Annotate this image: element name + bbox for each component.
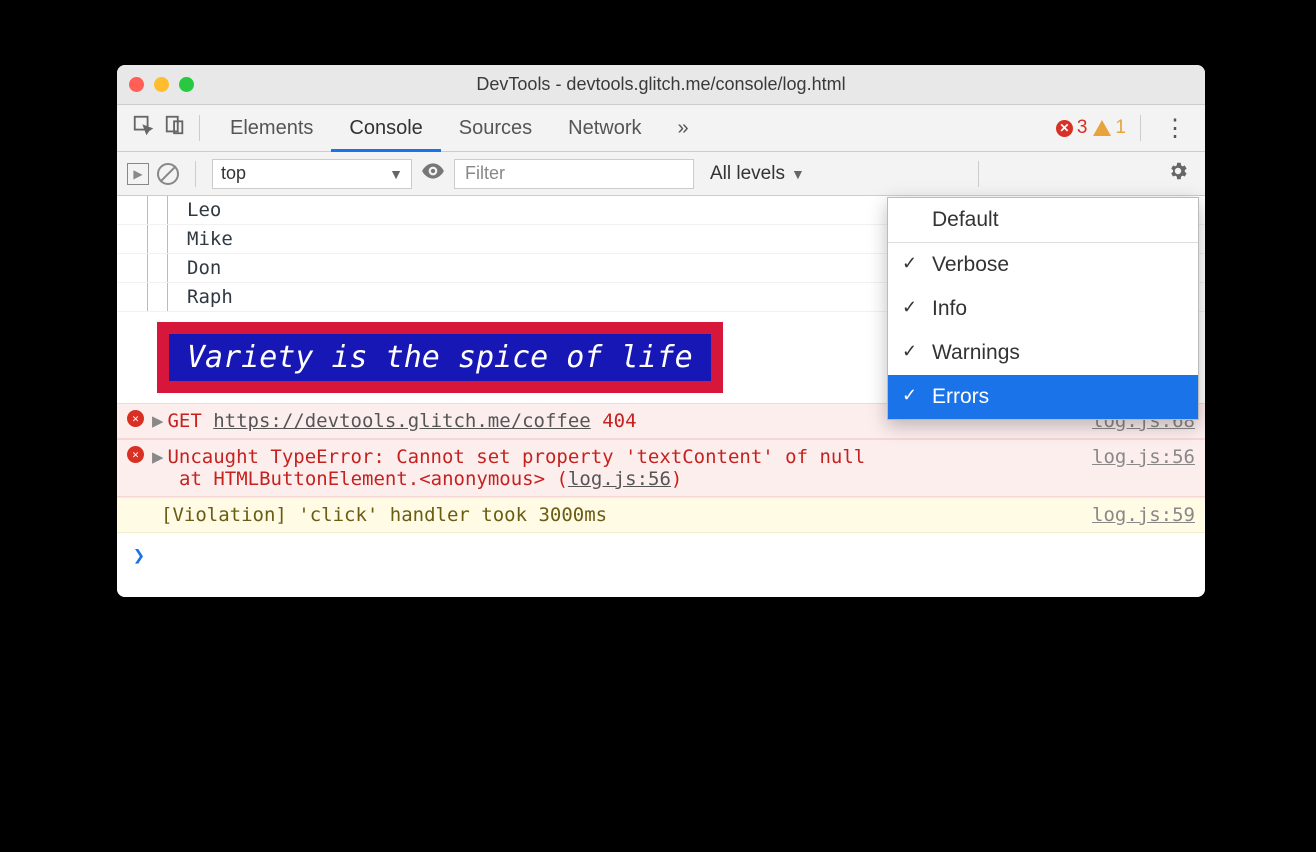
- check-icon: ✓: [902, 341, 917, 362]
- error-icon: ✕: [127, 446, 144, 463]
- device-toolbar-icon[interactable]: [159, 114, 191, 142]
- source-link[interactable]: log.js:59: [1092, 504, 1195, 526]
- styled-log-outer: Variety is the spice of life: [157, 322, 723, 393]
- separator: [1140, 115, 1141, 141]
- console-settings-icon[interactable]: [1161, 160, 1195, 188]
- more-tabs-button[interactable]: »: [660, 105, 707, 152]
- check-icon: ✓: [902, 385, 917, 406]
- error-url-link[interactable]: https://devtools.glitch.me/coffee: [213, 410, 591, 432]
- levels-label: All levels: [710, 163, 785, 185]
- execution-context-select[interactable]: top ▼: [212, 159, 412, 189]
- check-icon: ✓: [902, 297, 917, 318]
- disclosure-triangle-icon[interactable]: ▶: [152, 410, 163, 432]
- separator: [199, 115, 200, 141]
- chevron-down-icon: ▼: [389, 166, 403, 182]
- window-controls: [129, 77, 194, 92]
- inspect-element-icon[interactable]: [127, 114, 159, 142]
- stack-source-link[interactable]: log.js:56: [568, 468, 671, 490]
- kebab-menu-icon[interactable]: ⋮: [1155, 114, 1195, 143]
- levels-menu-info[interactable]: ✓ Info: [888, 287, 1198, 331]
- tab-network[interactable]: Network: [550, 105, 659, 152]
- clear-console-icon[interactable]: [157, 163, 179, 185]
- context-value: top: [221, 163, 246, 184]
- error-icon: ✕: [127, 410, 144, 427]
- log-levels-dropdown[interactable]: All levels ▼: [710, 163, 805, 185]
- violation-text: [Violation] 'click' handler took 3000ms: [161, 504, 607, 526]
- live-expression-icon[interactable]: [420, 158, 446, 190]
- devtools-window: DevTools - devtools.glitch.me/console/lo…: [117, 65, 1205, 597]
- titlebar: DevTools - devtools.glitch.me/console/lo…: [117, 65, 1205, 105]
- minimize-window-button[interactable]: [154, 77, 169, 92]
- console-toolbar: ▶ top ▼ All levels ▼: [117, 152, 1205, 196]
- separator: [195, 161, 196, 187]
- violation-row: [Violation] 'click' handler took 3000ms …: [117, 497, 1205, 533]
- log-levels-menu: Default ✓ Verbose ✓ Info ✓ Warnings ✓ Er…: [887, 197, 1199, 420]
- error-count: 3: [1077, 117, 1088, 139]
- check-icon: ✓: [902, 253, 917, 274]
- error-count-badge[interactable]: ✕ 3: [1056, 117, 1088, 139]
- chevron-down-icon: ▼: [791, 166, 805, 182]
- tab-console[interactable]: Console: [331, 105, 440, 152]
- window-title: DevTools - devtools.glitch.me/console/lo…: [117, 74, 1205, 95]
- tab-elements[interactable]: Elements: [212, 105, 331, 152]
- error-message: Uncaught TypeError: Cannot set property …: [167, 446, 1092, 468]
- error-row: ✕ ▶ Uncaught TypeError: Cannot set prope…: [117, 439, 1205, 497]
- warning-count: 1: [1115, 117, 1126, 139]
- zoom-window-button[interactable]: [179, 77, 194, 92]
- levels-menu-verbose[interactable]: ✓ Verbose: [888, 243, 1198, 287]
- warning-icon: [1093, 120, 1111, 136]
- close-window-button[interactable]: [129, 77, 144, 92]
- disclosure-triangle-icon[interactable]: ▶: [152, 446, 163, 468]
- stack-trace: at HTMLButtonElement.<anonymous> (log.js…: [127, 468, 1195, 490]
- levels-menu-warnings[interactable]: ✓ Warnings: [888, 331, 1198, 375]
- separator: [978, 161, 979, 187]
- show-console-sidebar-icon[interactable]: ▶: [127, 163, 149, 185]
- styled-log-text: Variety is the spice of life: [169, 334, 711, 381]
- warning-count-badge[interactable]: 1: [1093, 117, 1126, 139]
- filter-input[interactable]: [454, 159, 694, 189]
- console-prompt[interactable]: ❯: [117, 533, 1205, 577]
- main-tabbar: Elements Console Sources Network » ✕ 3 1…: [117, 105, 1205, 152]
- tab-sources[interactable]: Sources: [441, 105, 550, 152]
- levels-menu-errors[interactable]: ✓ Errors: [888, 375, 1198, 419]
- source-link[interactable]: log.js:56: [1092, 446, 1195, 468]
- levels-menu-default[interactable]: Default: [888, 198, 1198, 243]
- panel-tabs: Elements Console Sources Network »: [212, 105, 707, 152]
- error-icon: ✕: [1056, 120, 1073, 137]
